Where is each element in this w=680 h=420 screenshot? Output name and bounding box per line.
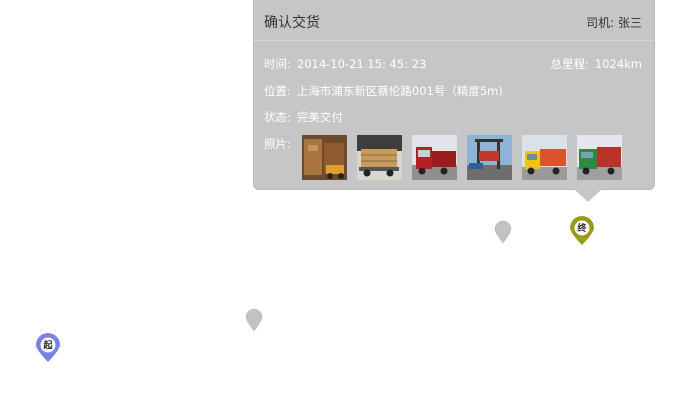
popup-title: 确认交货 (264, 15, 320, 31)
container-crane-photo[interactable] (467, 135, 512, 180)
location-label: 位置: (264, 84, 291, 98)
waypoint-marker-1[interactable] (494, 220, 512, 244)
time-value: 2014-10-21 15: 45: 23 (296, 57, 427, 71)
status-row: 状态: 完美交付 (264, 109, 343, 125)
end-marker[interactable]: 终 (569, 216, 595, 246)
start-marker-label: 起 (43, 341, 53, 351)
driver-name: 司机: 张三 (586, 16, 642, 30)
location-row: 位置: 上海市浦东新区蔡伦路001号（精度5m) (264, 83, 503, 99)
time-row: 时间: 2014-10-21 15: 45: 23 (264, 56, 426, 72)
popup-pointer (574, 189, 602, 202)
popup-header: 确认交货 司机: 张三 (254, 0, 654, 41)
green-truck-photo[interactable] (577, 135, 622, 180)
mileage-row: 总里程: 1024km (550, 56, 642, 72)
status-label: 状态: (264, 110, 291, 124)
photos-row: 照片: (264, 136, 291, 152)
delivery-info-popup: 确认交货 司机: 张三 时间: 2014-10-21 15: 45: 23 总里程… (253, 0, 655, 202)
time-label: 时间: (264, 57, 291, 71)
mileage-value: 1024km (594, 57, 642, 71)
waypoint-marker-2[interactable] (245, 308, 263, 332)
yellow-truck-photo[interactable] (522, 135, 567, 180)
photos-label: 照片: (264, 137, 291, 151)
photo-strip (302, 135, 622, 180)
warehouse-loading-photo[interactable] (302, 135, 347, 180)
red-truck-photo[interactable] (412, 135, 457, 180)
start-marker[interactable]: 起 (35, 333, 61, 363)
location-value: 上海市浦东新区蔡伦路001号（精度5m) (296, 84, 503, 98)
timber-truck-photo[interactable] (357, 135, 402, 180)
status-value: 完美交付 (296, 110, 343, 124)
end-marker-label: 终 (577, 224, 587, 234)
mileage-label: 总里程: (550, 57, 589, 71)
